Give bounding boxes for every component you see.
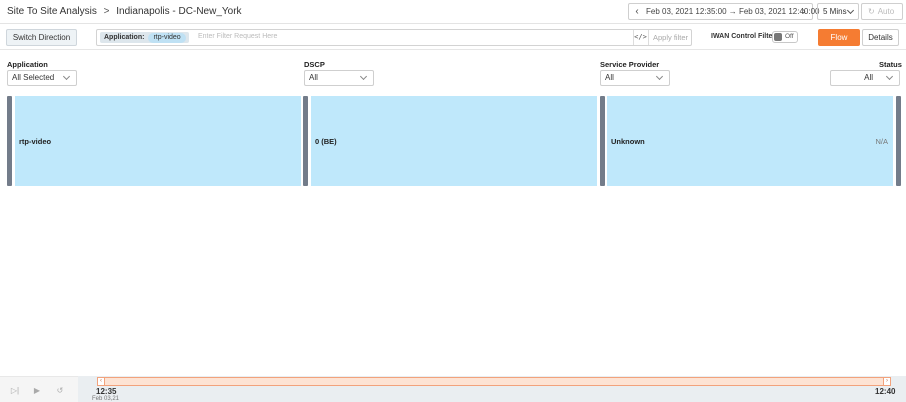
switch-direction-button[interactable]: Switch Direction <box>6 29 77 46</box>
flow-node-service-provider[interactable]: Unknown N/A <box>607 96 893 186</box>
toolbar: Switch Direction Application: rtp-video E… <box>0 24 906 50</box>
details-button[interactable]: Details <box>862 29 899 46</box>
service-provider-select[interactable]: All <box>600 70 670 86</box>
flow-node-label: rtp-video <box>19 137 52 146</box>
time-range-text[interactable]: Feb 03, 2021 12:35:00 → Feb 03, 2021 12:… <box>646 4 819 19</box>
breadcrumb-root[interactable]: Site To Site Analysis <box>7 6 97 17</box>
time-range-picker[interactable]: ‹ Feb 03, 2021 12:35:00 → Feb 03, 2021 1… <box>628 3 819 20</box>
interval-dropdown[interactable]: 5 Mins <box>817 3 859 20</box>
flow-bar-status[interactable] <box>896 96 901 186</box>
timeline-controls: ▷| ▶ ↺ <box>0 376 78 402</box>
flow-bar-dscp[interactable] <box>303 96 308 186</box>
column-header-application: Application <box>7 60 48 69</box>
chevron-down-icon <box>885 72 894 81</box>
chevron-right-icon[interactable]: › <box>798 4 810 19</box>
skip-to-end-icon[interactable]: ▷| <box>8 384 22 397</box>
apply-filter-button[interactable]: Apply filter <box>648 30 692 45</box>
filter-input[interactable]: Enter Filter Request Here <box>198 33 277 40</box>
filter-chip-value: rtp-video <box>148 33 186 43</box>
breadcrumb-separator: > <box>103 6 110 17</box>
auto-refresh-button[interactable]: ↻ Auto <box>861 3 903 20</box>
flow-node-application[interactable]: rtp-video <box>15 96 301 186</box>
auto-label: Auto <box>877 7 895 16</box>
flow-node-label: Unknown <box>611 137 645 146</box>
chevron-left-icon[interactable]: ‹ <box>631 4 643 19</box>
timeline: ▷| ▶ ↺ ‹ › 12:35 Feb 03,21 12:40 <box>0 376 906 402</box>
flow-bar-application[interactable] <box>7 96 12 186</box>
timeline-selected-range[interactable]: ‹ › <box>97 377 891 386</box>
interval-value: 5 Mins <box>823 7 847 16</box>
status-select-value: All <box>864 73 873 82</box>
dscp-select[interactable]: All <box>304 70 374 86</box>
flow-node-dscp[interactable]: 0 (BE) <box>311 96 597 186</box>
application-select-value: All Selected <box>12 73 55 82</box>
status-select[interactable]: All <box>830 70 900 86</box>
header-bar: Site To Site Analysis > Indianapolis - D… <box>0 0 906 24</box>
chevron-down-icon <box>359 72 368 81</box>
timeline-start-time: 12:35 <box>96 387 117 396</box>
chevron-down-icon <box>62 72 71 81</box>
breadcrumb: Site To Site Analysis > Indianapolis - D… <box>7 6 242 17</box>
timeline-start-date: Feb 03,21 <box>92 396 120 402</box>
application-select[interactable]: All Selected <box>7 70 77 86</box>
flow-bar-service-provider[interactable] <box>600 96 605 186</box>
column-header-dscp: DSCP <box>304 60 325 69</box>
column-header-service-provider: Service Provider <box>600 60 660 69</box>
range-handle-left[interactable]: ‹ <box>97 377 105 386</box>
filter-chip[interactable]: Application: rtp-video <box>100 32 189 43</box>
flow-node-status: N/A <box>875 137 888 146</box>
iwan-control-filter-label: IWAN Control Filter <box>711 33 776 40</box>
chevron-down-icon <box>655 72 664 81</box>
chevron-down-icon <box>846 6 855 15</box>
flow-button[interactable]: Flow <box>818 29 860 46</box>
range-handle-right[interactable]: › <box>883 377 891 386</box>
breadcrumb-current: Indianapolis - DC-New_York <box>116 6 242 17</box>
code-icon[interactable]: </> <box>633 30 647 45</box>
filter-chip-key: Application: <box>104 34 145 41</box>
service-provider-select-value: All <box>605 73 614 82</box>
dscp-select-value: All <box>309 73 318 82</box>
refresh-icon: ↻ <box>868 7 875 16</box>
column-header-status: Status <box>879 60 902 69</box>
timeline-end-time: 12:40 <box>875 387 896 396</box>
toggle-knob <box>774 33 782 41</box>
play-icon[interactable]: ▶ <box>30 384 44 397</box>
flow-node-label: 0 (BE) <box>315 137 337 146</box>
filter-bar[interactable]: Application: rtp-video Enter Filter Reque… <box>96 29 692 46</box>
toggle-state: Off <box>785 33 794 40</box>
iwan-control-toggle[interactable]: Off <box>772 31 798 43</box>
reset-icon[interactable]: ↺ <box>53 384 67 397</box>
